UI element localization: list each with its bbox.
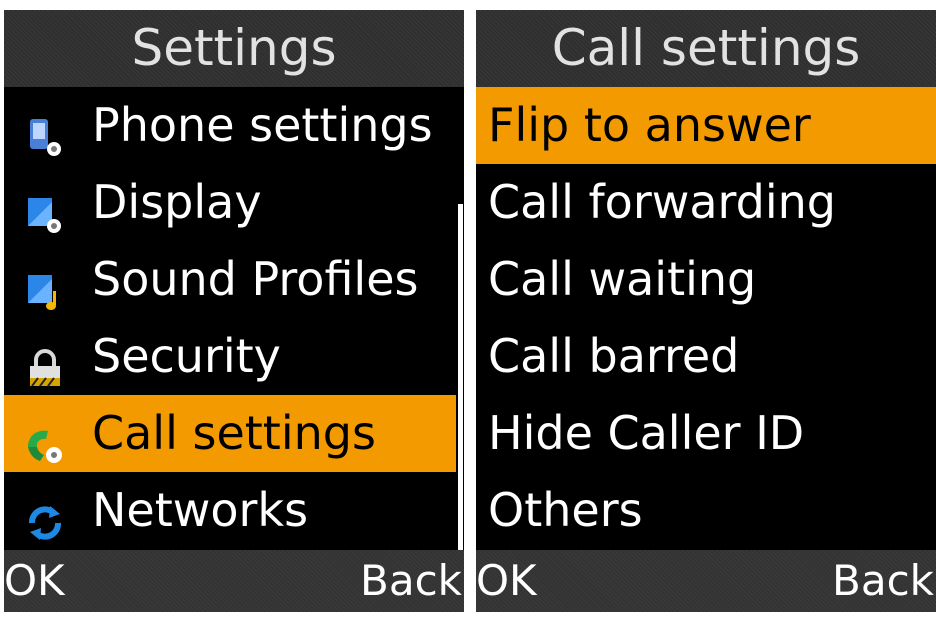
menu-item-label: Flip to answer: [488, 98, 811, 152]
menu-item-hide-caller-id[interactable]: Hide Caller ID: [476, 395, 936, 472]
menu-item-label: Phone settings: [92, 98, 433, 152]
sound-profiles-icon: [24, 259, 66, 310]
menu-item-call-barred[interactable]: Call barred: [476, 318, 936, 395]
scrollbar[interactable]: [458, 204, 463, 551]
menu-item-label: Call waiting: [488, 252, 757, 306]
menu-item-others[interactable]: Others: [476, 472, 936, 549]
menu-item-sound-profiles[interactable]: Sound Profiles: [4, 241, 456, 318]
settings-menu: Phone settings Display Sound Profiles Se…: [4, 87, 464, 551]
settings-screen: Settings Phone settings Display Sound Pr…: [4, 10, 464, 612]
menu-item-label: Networks: [92, 483, 309, 537]
networks-icon: [24, 490, 66, 540]
phone-settings-icon: [24, 105, 66, 156]
menu-item-phone-settings[interactable]: Phone settings: [4, 87, 456, 164]
menu-item-label: Others: [488, 483, 643, 537]
menu-item-networks[interactable]: Networks: [4, 472, 456, 549]
softkey-bar: OK Back: [476, 550, 936, 612]
screen-title: Settings: [4, 10, 464, 87]
screen-title: Call settings: [476, 10, 936, 87]
menu-item-label: Call forwarding: [488, 175, 836, 229]
call-settings-screen: Call settings Flip to answer Call forwar…: [476, 10, 936, 612]
menu-item-label: Call settings: [92, 406, 376, 460]
back-softkey[interactable]: Back: [832, 550, 934, 612]
menu-item-security[interactable]: Security: [4, 318, 456, 395]
ok-softkey[interactable]: OK: [476, 550, 537, 612]
back-softkey[interactable]: Back: [360, 550, 462, 612]
call-settings-icon: [24, 413, 66, 463]
menu-item-label: Display: [92, 175, 262, 229]
ok-softkey[interactable]: OK: [4, 550, 65, 612]
padlock-icon: [24, 336, 66, 387]
call-settings-menu: Flip to answer Call forwarding Call wait…: [476, 87, 936, 551]
menu-item-display[interactable]: Display: [4, 164, 456, 241]
menu-item-label: Hide Caller ID: [488, 406, 805, 460]
softkey-bar: OK Back: [4, 550, 464, 612]
menu-item-call-forwarding[interactable]: Call forwarding: [476, 164, 936, 241]
menu-item-label: Call barred: [488, 329, 740, 383]
menu-item-label: Sound Profiles: [92, 252, 419, 306]
display-settings-icon: [24, 182, 66, 233]
menu-item-call-waiting[interactable]: Call waiting: [476, 241, 936, 318]
menu-item-label: Security: [92, 329, 281, 383]
menu-item-call-settings[interactable]: Call settings: [4, 395, 456, 472]
menu-item-flip-to-answer[interactable]: Flip to answer: [476, 87, 936, 164]
